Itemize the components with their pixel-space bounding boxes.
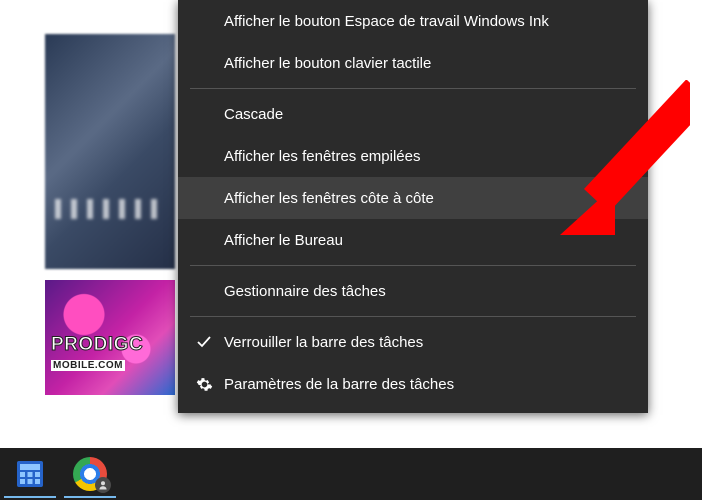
menu-item-touch-keyboard[interactable]: Afficher le bouton clavier tactile	[178, 42, 648, 84]
gear-icon	[192, 376, 216, 393]
calculator-icon	[14, 458, 46, 490]
taskbar	[0, 448, 702, 500]
menu-item-windows-ink[interactable]: Afficher le bouton Espace de travail Win…	[178, 0, 648, 42]
menu-item-label: Afficher les fenêtres empilées	[224, 148, 628, 165]
menu-item-label: Paramètres de la barre des tâches	[224, 376, 628, 393]
menu-item-show-desktop[interactable]: Afficher le Bureau	[178, 219, 648, 261]
menu-item-side-by-side-windows[interactable]: Afficher les fenêtres côte à côte	[178, 177, 648, 219]
check-icon	[192, 334, 216, 350]
menu-item-label: Afficher le bouton clavier tactile	[224, 55, 628, 72]
menu-separator	[190, 88, 636, 89]
menu-separator	[190, 265, 636, 266]
menu-item-label: Cascade	[224, 106, 628, 123]
taskbar-button-chrome[interactable]	[60, 450, 120, 498]
menu-item-label: Afficher le bouton Espace de travail Win…	[224, 13, 628, 30]
menu-item-label: Afficher le Bureau	[224, 232, 628, 249]
menu-item-label: Afficher les fenêtres côte à côte	[224, 190, 628, 207]
taskbar-context-menu: Afficher le bouton Espace de travail Win…	[178, 0, 648, 413]
taskbar-button-calculator[interactable]	[0, 450, 60, 498]
background-thumbnail-2: PRODIGC MOBILE.COM	[45, 280, 175, 395]
chrome-profile-badge-icon	[95, 477, 111, 493]
menu-item-task-manager[interactable]: Gestionnaire des tâches	[178, 270, 648, 312]
menu-item-taskbar-settings[interactable]: Paramètres de la barre des tâches	[178, 363, 648, 405]
chrome-icon	[73, 457, 107, 491]
menu-item-label: Gestionnaire des tâches	[224, 283, 628, 300]
menu-item-lock-taskbar[interactable]: Verrouiller la barre des tâches	[178, 321, 648, 363]
menu-item-cascade[interactable]: Cascade	[178, 93, 648, 135]
prodige-logo-sub: MOBILE.COM	[51, 360, 125, 371]
prodige-logo-main: PRODIGC	[51, 334, 143, 356]
menu-item-stacked-windows[interactable]: Afficher les fenêtres empilées	[178, 135, 648, 177]
background-thumbnail-1	[45, 34, 175, 269]
menu-item-label: Verrouiller la barre des tâches	[224, 334, 628, 351]
menu-separator	[190, 316, 636, 317]
